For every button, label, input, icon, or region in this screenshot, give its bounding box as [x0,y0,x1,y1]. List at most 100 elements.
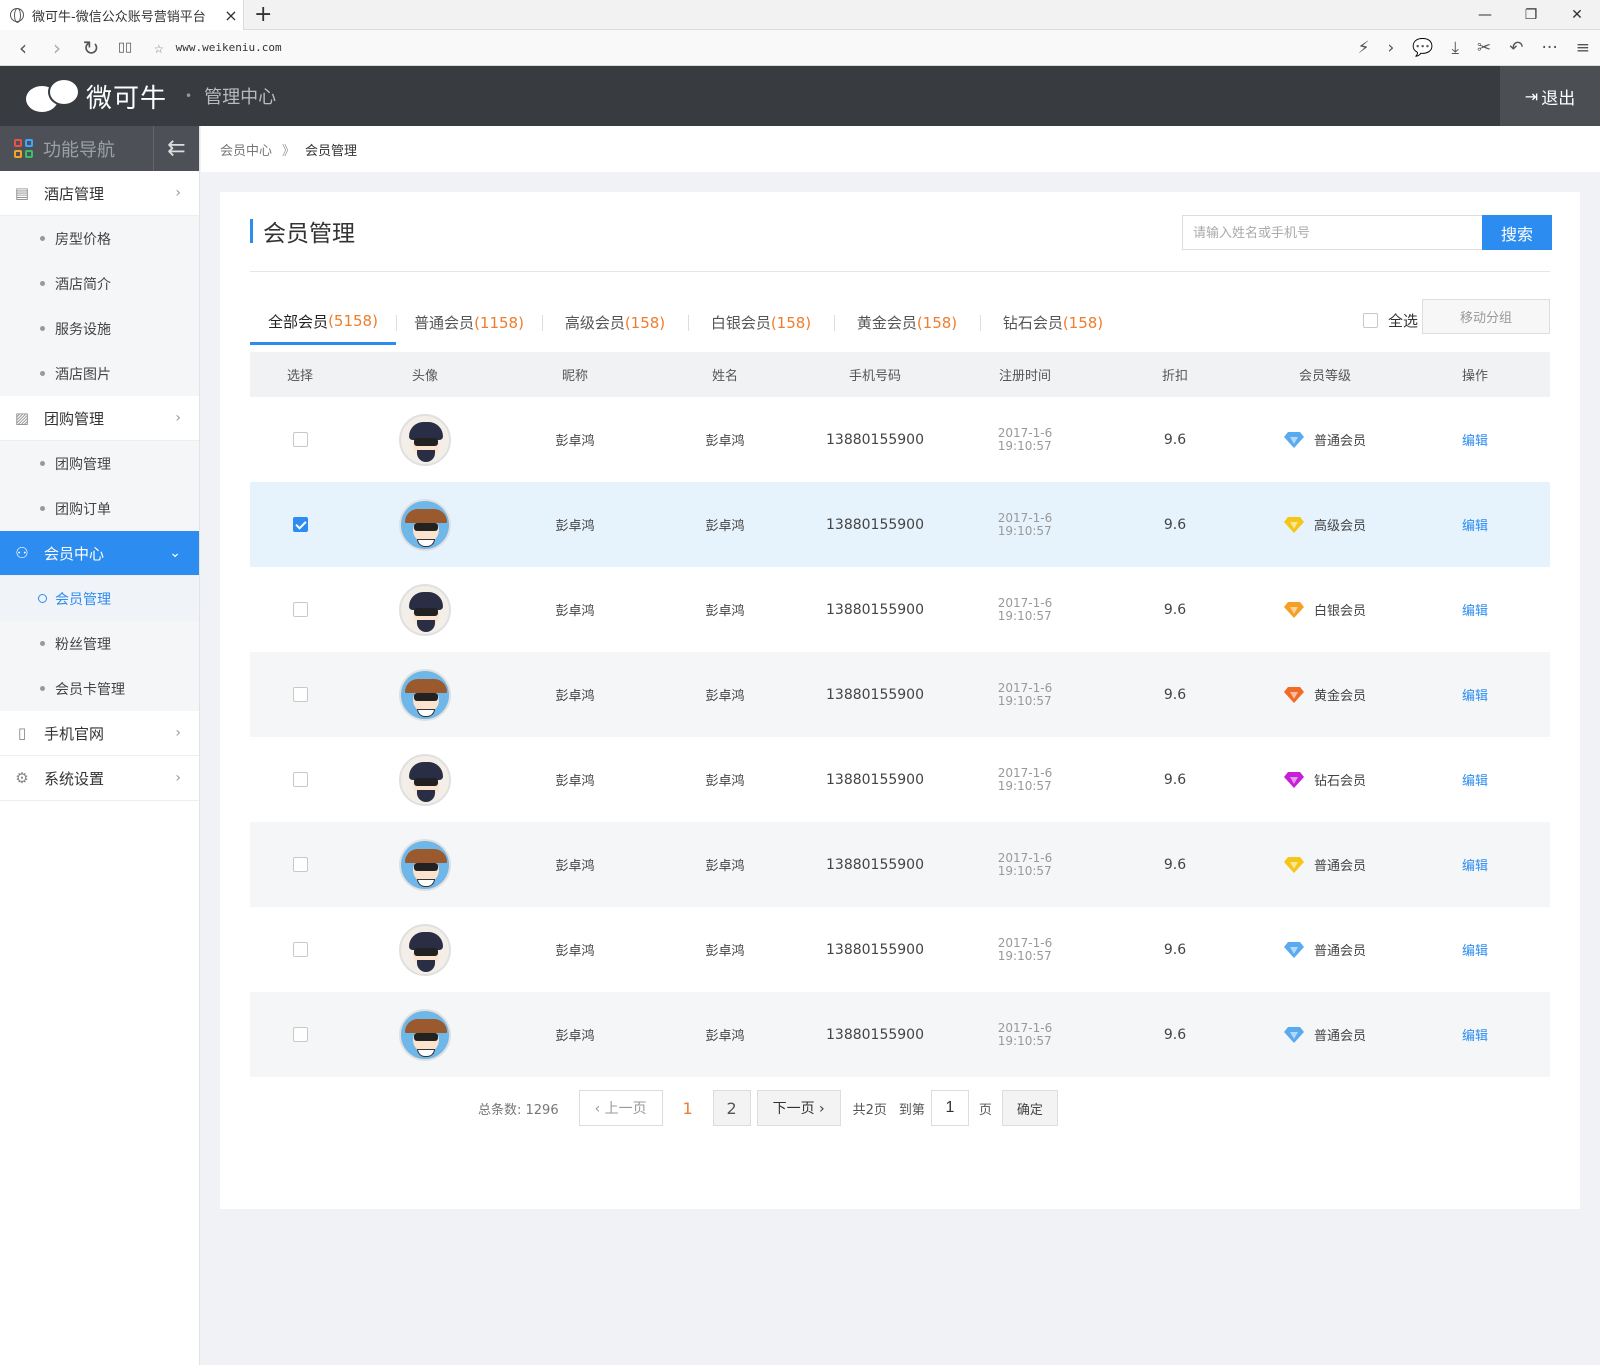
edit-link[interactable]: 编辑 [1462,940,1488,959]
goto-page-input[interactable] [930,1090,969,1126]
select-all[interactable]: 全选 [1363,310,1418,331]
forward-button[interactable]: › [40,36,74,60]
edit-link[interactable]: 编辑 [1462,1025,1488,1044]
browser-tab[interactable]: 微可牛-微信公众账号营销平台 × [0,0,244,30]
menu-icon[interactable]: ≡ [1576,38,1590,58]
sidebar-item-groupbuy-manage[interactable]: 团购管理 [0,441,199,486]
sidebar-item-groupbuy-orders[interactable]: 团购订单 [0,486,199,531]
name-cell: 彭卓鸿 [705,689,745,704]
row-checkbox[interactable] [292,432,308,447]
row-checkbox[interactable] [292,687,308,702]
sidebar-item-facilities[interactable]: 服务设施 [0,306,199,351]
next-page-button[interactable]: 下一页 › [756,1090,841,1126]
sidebar-group-member[interactable]: ⚇ 会员中心 ⌄ [0,531,199,576]
sidebar-item-hotel-intro[interactable]: 酒店简介 [0,261,199,306]
row-select-cell [250,857,350,872]
sidebar-group-hotel[interactable]: ▤ 酒店管理 › [0,171,199,216]
row-checkbox[interactable] [292,602,308,617]
url-field[interactable]: ☆ www.weikeniu.com [154,38,282,57]
confirm-goto-button[interactable]: 确定 [1001,1090,1058,1126]
row-checkbox[interactable] [292,857,308,872]
row-checkbox[interactable] [292,772,308,787]
undo-icon[interactable]: ↶ [1509,38,1523,58]
move-group-button[interactable]: 移动分组 [1422,299,1550,334]
member-tabs: 全部会员 (5158) 普通会员 (1158) 高级会员 (158) 白银会员 (158… [250,300,1550,345]
row-checkbox[interactable] [292,942,308,957]
sidebar: 功能导航 ⇇ ▤ 酒店管理 › 房型价格 酒店简介 服务设施 酒店图片 ▨ 团购… [0,126,200,1365]
select-all-checkbox[interactable] [1363,313,1378,328]
groupbuy-icon: ▨ [14,409,30,427]
row-checkbox[interactable] [292,517,308,532]
diamond-icon [1283,771,1304,789]
sidebar-item-hotel-images[interactable]: 酒店图片 [0,351,199,396]
edit-link[interactable]: 编辑 [1462,685,1488,704]
flash-icon[interactable]: ⚡ [1358,38,1370,58]
table-header: 选择 头像 昵称 姓名 手机号码 注册时间 折扣 会员等级 操作 [250,352,1550,397]
header-nickname: 昵称 [561,369,588,384]
edit-link[interactable]: 编辑 [1462,430,1488,449]
edit-link[interactable]: 编辑 [1462,515,1488,534]
register-time-cell: 2017-1-6 19:10:57 [950,766,1100,793]
main-panel: 会员管理 搜索 全部会员(5158) 普通会员(1158) 高级会员(158) … [220,192,1580,1209]
sidebar-group-groupbuy[interactable]: ▨ 团购管理 › [0,396,199,441]
header-phone: 手机号码 [848,369,901,384]
star-icon[interactable]: ☆ [154,38,164,57]
header-avatar: 头像 [411,369,438,384]
prev-page-button[interactable]: ‹ 上一页 [578,1090,663,1126]
sidebar-group-settings[interactable]: ⚙ 系统设置 › [0,756,199,801]
action-cell: 编辑 [1400,1025,1550,1044]
sidebar-item-member-manage[interactable]: 会员管理 [0,576,199,621]
minimize-button[interactable]: — [1462,0,1508,30]
tab-senior-members[interactable]: 高级会员 (158) [542,300,688,345]
tab-silver-members[interactable]: 白银会员 (158) [688,300,834,345]
new-tab-button[interactable]: + [254,2,272,27]
close-window-button[interactable]: ✕ [1554,0,1600,30]
tab-diamond-members[interactable]: 钻石会员 (158) [980,300,1126,345]
level-cell: 普通会员 [1250,430,1400,449]
tab-gold-members[interactable]: 黄金会员 (158) [834,300,980,345]
chat-icon[interactable]: 💬 [1412,38,1433,58]
register-date: 2017-1-6 [997,425,1053,440]
page-1-button[interactable]: 1 [669,1090,707,1126]
sidebar-item-room-price[interactable]: 房型价格 [0,216,199,261]
tab-regular-members[interactable]: 普通会员 (1158) [396,300,542,345]
tab-close-icon[interactable]: × [219,6,243,25]
logout-icon: ⇥ [1524,86,1539,106]
sidebar-item-fans[interactable]: 粉丝管理 [0,621,199,666]
reload-button[interactable]: ↻ [74,36,108,60]
collapse-sidebar-icon[interactable]: ⇇ [153,126,199,171]
sidebar-item-label: 粉丝管理 [55,636,111,653]
register-time-cell: 2017-1-6 19:10:57 [950,681,1100,708]
register-time-cell: 2017-1-6 19:10:57 [950,851,1100,878]
level-label: 白银会员 [1313,604,1366,619]
tab-all-members[interactable]: 全部会员 (5158) [250,300,396,345]
nickname-cell: 彭卓鸿 [555,859,595,874]
sidebar-group-mobile-site[interactable]: ▯ 手机官网 › [0,711,199,756]
back-button[interactable]: ‹ [6,36,40,60]
nickname-cell: 彭卓鸿 [555,774,595,789]
sidebar-header: 功能导航 ⇇ [0,126,199,171]
maximize-button[interactable]: ❐ [1508,0,1554,30]
logout-button[interactable]: ⇥ 退出 [1500,66,1600,126]
more-icon[interactable]: ··· [1542,38,1558,58]
avatar-cell [350,753,500,806]
level-label: 普通会员 [1313,859,1366,874]
scissors-icon[interactable]: ✂ [1477,38,1491,58]
search-input[interactable] [1182,215,1482,250]
chevron-right-icon[interactable]: › [1388,38,1395,58]
search-button[interactable]: 搜索 [1482,215,1552,250]
edit-link[interactable]: 编辑 [1462,770,1488,789]
reader-icon[interactable]: ▯▯ [108,40,142,55]
page-2-button[interactable]: 2 [712,1090,751,1126]
row-checkbox[interactable] [292,1027,308,1042]
page-title-text: 会员管理 [263,221,355,247]
level-label: 黄金会员 [1313,689,1366,704]
edit-link[interactable]: 编辑 [1462,855,1488,874]
register-date: 2017-1-6 [997,510,1053,525]
download-icon[interactable]: ⤓ [1452,38,1460,58]
edit-link[interactable]: 编辑 [1462,600,1488,619]
level-label: 高级会员 [1313,519,1366,534]
sidebar-title: 功能导航 [43,139,115,161]
sidebar-item-member-card[interactable]: 会员卡管理 [0,666,199,711]
breadcrumb-parent[interactable]: 会员中心 [220,140,272,159]
